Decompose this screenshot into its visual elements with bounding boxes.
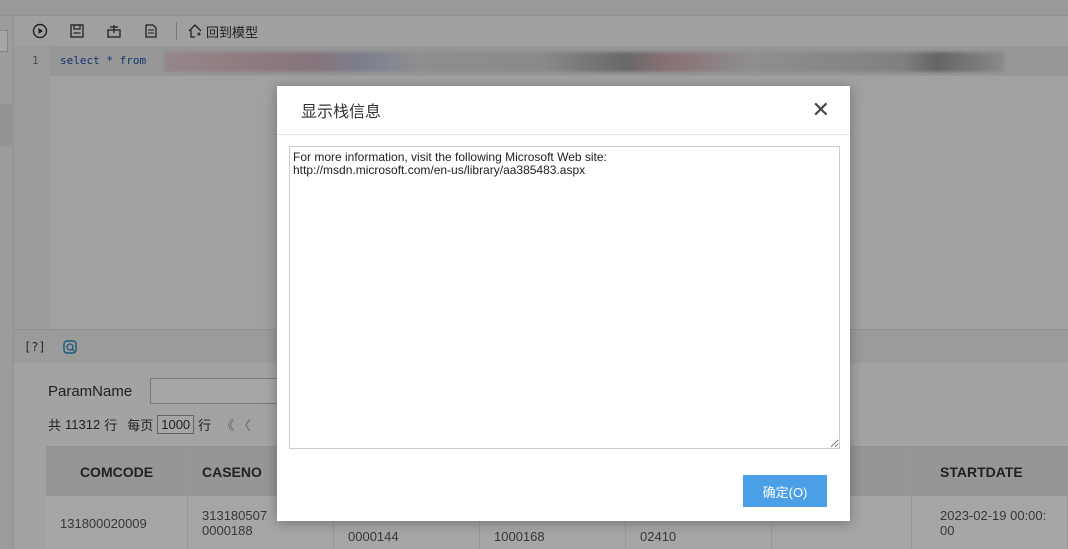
dialog-title: 显示栈信息 (301, 104, 382, 121)
dialog-header: 显示栈信息 ✕ (277, 86, 850, 135)
stack-info-dialog: 显示栈信息 ✕ For more information, visit the … (277, 86, 850, 521)
ok-button[interactable]: 确定(O) (743, 475, 827, 507)
stack-trace-textarea[interactable]: For more information, visit the followin… (289, 146, 840, 449)
close-icon[interactable]: ✕ (812, 99, 830, 121)
